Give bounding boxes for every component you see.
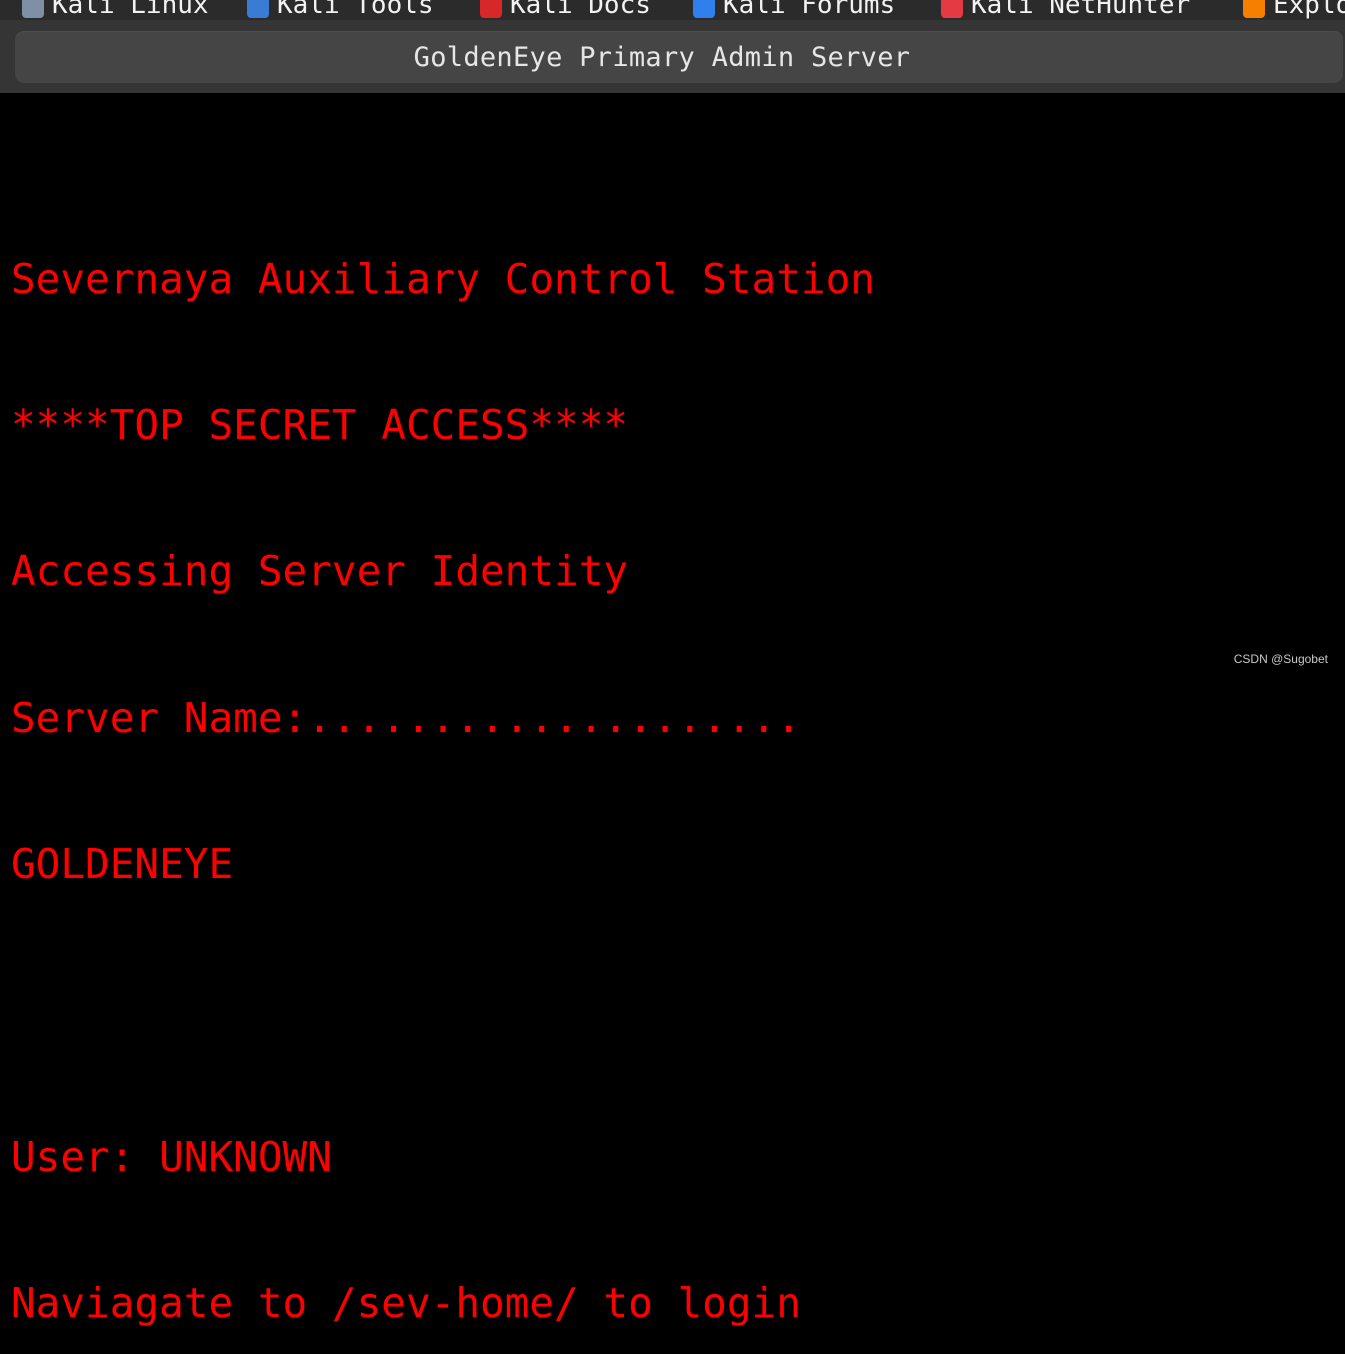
bookmark-label: Kali Forums <box>723 0 896 20</box>
kali-docs-icon <box>480 0 502 18</box>
bookmark-kali-docs[interactable]: Kali Docs <box>480 0 651 20</box>
kali-tools-icon <box>247 0 269 18</box>
terminal-output: Severnaya Auxiliary Control Station ****… <box>11 157 875 1354</box>
bookmark-label: Kali Linux <box>52 0 209 20</box>
terminal-line-user: User: UNKNOWN <box>11 1132 332 1181</box>
bookmark-label: Kali Docs <box>510 0 651 20</box>
terminal-line-server-name: Server Name:.................... <box>11 693 801 742</box>
terminal-line-station: Severnaya Auxiliary Control Station <box>11 254 875 303</box>
watermark: CSDN @Sugobet <box>1233 652 1328 666</box>
bookmark-exploit-db[interactable]: Explo <box>1243 0 1345 20</box>
exploit-db-icon <box>1243 0 1265 18</box>
terminal-line-accessing: Accessing Server Identity <box>11 547 629 596</box>
terminal-line-login-path: Naviagate to /sev-home/ to login <box>11 1279 801 1328</box>
title-bar: GoldenEye Primary Admin Server <box>15 31 1343 83</box>
bookmark-kali-tools[interactable]: Kali Tools <box>247 0 434 20</box>
window-title-area: GoldenEye Primary Admin Server <box>0 20 1345 93</box>
bookmark-kali-nethunter[interactable]: Kali NetHunter <box>941 0 1190 20</box>
terminal-line-server-value: GOLDENEYE <box>11 840 234 889</box>
kali-nethunter-icon <box>941 0 963 18</box>
bookmark-label: Kali Tools <box>277 0 434 20</box>
bookmark-label: Explo <box>1273 0 1345 20</box>
bookmarks-toolbar: Kali Linux Kali Tools Kali Docs Kali For… <box>0 0 1345 20</box>
bookmark-kali-forums[interactable]: Kali Forums <box>693 0 895 20</box>
bookmark-label: Kali NetHunter <box>971 0 1191 20</box>
kali-dragon-icon <box>22 0 44 18</box>
bookmark-kali-linux[interactable]: Kali Linux <box>22 0 209 20</box>
kali-forums-icon <box>693 0 715 18</box>
page-title: GoldenEye Primary Admin Server <box>413 41 911 73</box>
terminal-line-top-secret: ****TOP SECRET ACCESS**** <box>11 400 629 449</box>
